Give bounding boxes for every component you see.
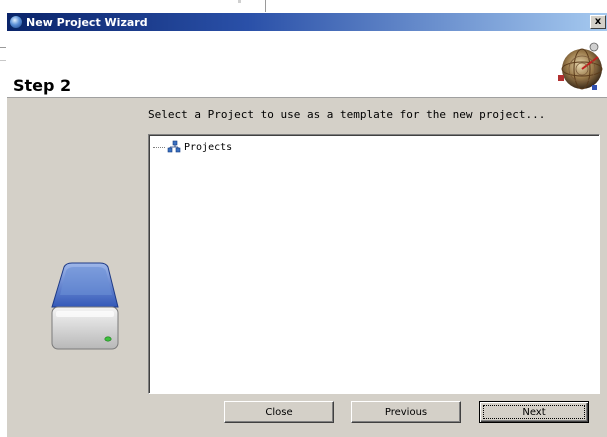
previous-button[interactable]: Previous (351, 401, 461, 423)
previous-button-label: Previous (384, 406, 428, 418)
tree-item-projects[interactable]: Projects (153, 139, 232, 155)
background-desktop (0, 0, 607, 13)
wizard-header: Step 2 (7, 31, 607, 98)
tree-connector (153, 146, 165, 148)
instruction-text: Select a Project to use as a template fo… (148, 108, 546, 121)
radar-globe-icon (558, 42, 603, 90)
background-artifact (238, 0, 241, 3)
close-icon: x (594, 16, 602, 27)
window-title: New Project Wizard (26, 15, 148, 29)
disk-drive-icon (51, 262, 119, 350)
new-project-wizard-dialog: New Project Wizard x Step 2 Select a Pro… (6, 13, 607, 437)
next-button[interactable]: Next (479, 401, 589, 423)
step-title: Step 2 (13, 76, 72, 95)
tree-item-label: Projects (184, 141, 233, 153)
title-bar[interactable]: New Project Wizard x (7, 13, 607, 31)
app-globe-icon (9, 15, 23, 29)
project-tree[interactable]: Projects (148, 134, 600, 394)
projects-icon (167, 140, 181, 153)
focus-ring (483, 405, 585, 419)
close-button[interactable]: Close (224, 401, 334, 423)
close-window-button[interactable]: x (590, 15, 606, 29)
close-button-label: Close (265, 406, 293, 418)
background-divider (265, 0, 266, 12)
